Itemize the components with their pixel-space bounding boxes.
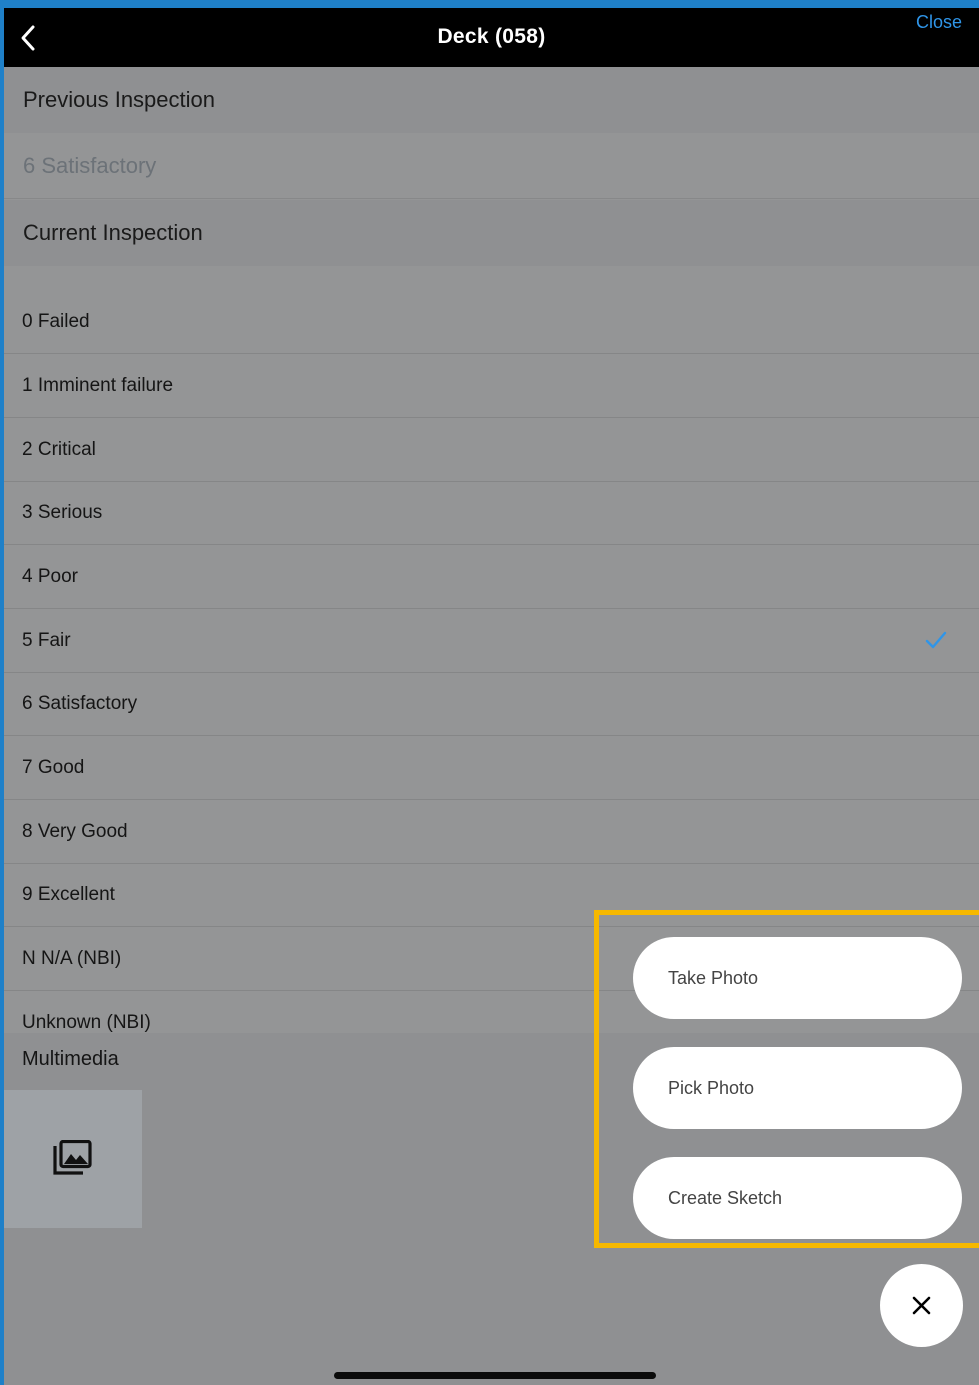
rating-option[interactable]: 6 Satisfactory xyxy=(4,672,979,736)
rating-option-label: 9 Excellent xyxy=(22,883,115,905)
create-sketch-button[interactable]: Create Sketch xyxy=(633,1157,962,1239)
current-inspection-header: Current Inspection xyxy=(4,200,979,266)
rating-option-label: 6 Satisfactory xyxy=(22,692,138,714)
rating-option[interactable]: 7 Good xyxy=(4,736,979,800)
close-button[interactable]: Close xyxy=(916,12,962,33)
rating-option-label: 7 Good xyxy=(22,756,85,778)
previous-inspection-header: Previous Inspection xyxy=(4,67,979,133)
rating-option-label: 8 Very Good xyxy=(22,820,128,842)
rating-option-label: 4 Poor xyxy=(22,565,78,587)
previous-inspection-value: 6 Satisfactory xyxy=(4,133,979,199)
rating-option[interactable]: 0 Failed xyxy=(4,290,979,354)
rating-option[interactable]: 4 Poor xyxy=(4,545,979,609)
checkmark-icon xyxy=(925,631,947,649)
rating-option-label: 0 Failed xyxy=(22,310,90,332)
rating-option[interactable]: 2 Critical xyxy=(4,418,979,482)
pick-photo-button[interactable]: Pick Photo xyxy=(633,1047,962,1129)
home-indicator xyxy=(334,1372,656,1379)
page-title: Deck (058) xyxy=(437,25,546,48)
rating-option[interactable]: 1 Imminent failure xyxy=(4,354,979,418)
gallery-tile[interactable] xyxy=(4,1090,142,1228)
rating-option-label: 3 Serious xyxy=(22,501,103,523)
rating-option-label: Unknown (NBI) xyxy=(22,1012,151,1033)
close-menu-button[interactable] xyxy=(880,1264,963,1347)
close-icon xyxy=(912,1296,931,1315)
take-photo-button[interactable]: Take Photo xyxy=(633,937,962,1019)
rating-option[interactable]: 3 Serious xyxy=(4,481,979,545)
multimedia-label: Multimedia xyxy=(22,1048,119,1070)
nav-bar: Deck (058) Close xyxy=(4,8,979,68)
screen: Deck (058) Close Previous Inspection 6 S… xyxy=(4,8,979,1385)
photo-library-icon xyxy=(53,1140,92,1175)
rating-option-label: N N/A (NBI) xyxy=(22,947,122,969)
rating-option-label: 5 Fair xyxy=(22,629,71,651)
rating-option-label: 1 Imminent failure xyxy=(22,374,174,396)
rating-option-label: 2 Critical xyxy=(22,438,96,460)
rating-option[interactable]: 5 Fair xyxy=(4,609,979,673)
rating-option[interactable]: 8 Very Good xyxy=(4,800,979,864)
